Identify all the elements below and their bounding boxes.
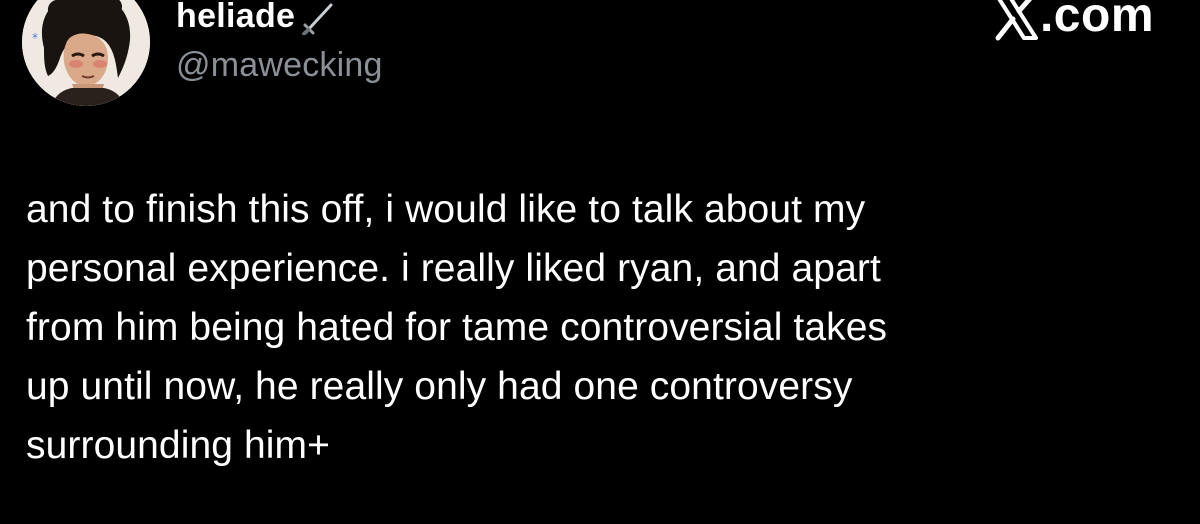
display-name-row: heliade <box>176 0 383 40</box>
x-logo-icon <box>992 0 1040 42</box>
svg-text:*: * <box>32 31 38 45</box>
user-handle[interactable]: @mawecking <box>176 44 383 86</box>
tweet-body: and to finish this off, i would like to … <box>26 180 1176 475</box>
avatar[interactable]: * <box>22 0 150 106</box>
display-name[interactable]: heliade <box>176 0 295 38</box>
tweet-header: * heliade @mawecking <box>22 0 383 106</box>
author-info: heliade @mawecking <box>176 0 383 86</box>
avatar-illustration: * <box>22 0 150 106</box>
brand-watermark: .com <box>992 0 1154 46</box>
sword-icon <box>301 0 337 36</box>
tweet-line: personal experience. i really liked ryan… <box>26 247 881 290</box>
tweet-line: up until now, he really only had one con… <box>26 365 853 408</box>
tweet-line: surrounding him+ <box>26 424 331 467</box>
tweet-line: and to finish this off, i would like to … <box>26 188 866 231</box>
tweet-screenshot: * heliade @mawecking .com and to finish … <box>0 0 1200 524</box>
tweet-line: from him being hated for tame controvers… <box>26 306 888 349</box>
brand-text: .com <box>1039 0 1154 42</box>
